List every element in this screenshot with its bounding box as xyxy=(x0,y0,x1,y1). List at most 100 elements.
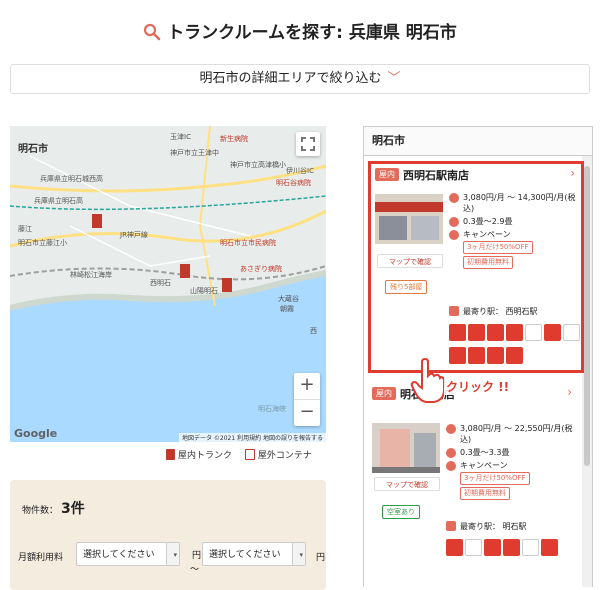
feature-icon xyxy=(487,347,504,364)
size-icon xyxy=(446,448,456,458)
price-max-select[interactable]: 選択してください ▾ xyxy=(202,542,306,566)
chevron-down-icon: ﹀ xyxy=(387,71,401,86)
chevron-right-icon: › xyxy=(567,385,572,399)
map-label: JR神戸線 xyxy=(120,231,148,239)
feature-icon xyxy=(525,324,542,341)
page-title-text: トランクルームを探す: 兵庫県 明石市 xyxy=(167,23,457,43)
store-marker xyxy=(92,214,102,228)
result-count: 物件数： 3件 xyxy=(22,501,85,517)
card-header: 屋内 西明石駅南店 › xyxy=(371,164,581,186)
map-label: あさぎり病院 xyxy=(240,265,282,273)
scrollbar-thumb[interactable] xyxy=(584,166,590,466)
hand-cursor-icon xyxy=(410,357,446,408)
map-label: 伊川谷IC xyxy=(286,167,314,175)
train-icon xyxy=(449,306,459,316)
map-label: 明石市立市民病院 xyxy=(220,239,276,247)
map-label: 新生病院 xyxy=(220,135,248,143)
fullscreen-icon xyxy=(301,137,315,151)
map-label: 林崎松江海岸 xyxy=(70,271,112,279)
click-annotation: クリック !! xyxy=(444,378,512,395)
yen-label: 円 xyxy=(192,551,202,561)
map-label: 大蔵谷 xyxy=(278,295,299,303)
feature-icon xyxy=(484,539,501,556)
map-label: 朝霧 xyxy=(280,305,294,313)
price-min-select[interactable]: 選択してください ▾ xyxy=(76,542,180,566)
feature-icon xyxy=(506,324,523,341)
search-icon xyxy=(143,23,161,46)
size-row: 0.3畳～3.3畳 xyxy=(446,447,576,458)
feature-icon xyxy=(449,324,466,341)
area-filter-label: 明石市の詳細エリアで絞り込む xyxy=(199,71,382,86)
area-filter-button[interactable]: 明石市の詳細エリアで絞り込む ﹀ xyxy=(10,64,590,94)
availability-badge: 残り5部屋 xyxy=(385,280,428,294)
map-confirm-button[interactable]: マップで確認 xyxy=(377,254,443,268)
price-label: 月額利用料 xyxy=(18,553,64,563)
map-label: 山陽明石 xyxy=(190,287,218,295)
zoom-out-button[interactable]: − xyxy=(294,400,320,426)
campaign-row: キャンペーン 3ヶ月だけ50%OFF 初期費用無料 xyxy=(446,460,576,501)
nearest-station: 最寄り駅： 明石駅 xyxy=(446,521,527,532)
map-label: 兵庫県立明石高 xyxy=(34,197,83,205)
indoor-trunk-icon xyxy=(166,449,175,460)
size-row: 0.3畳～2.9畳 xyxy=(449,216,579,227)
map-legend: 屋内トランク 屋外コンテナ xyxy=(166,448,322,461)
campaign-icon xyxy=(449,230,459,240)
page-title: トランクルームを探す: 兵庫県 明石市 xyxy=(0,18,600,46)
card-info: 3,080円/月 ～ 14,300円/月(税込) 0.3畳～2.9畳 キャンペー… xyxy=(449,192,579,272)
yen-label: 円 xyxy=(316,553,326,563)
store-name[interactable]: 西明石駅南店 xyxy=(403,167,469,183)
map-label: 西 xyxy=(310,327,317,335)
zoom-in-button[interactable]: + xyxy=(294,373,320,399)
store-card[interactable]: 屋内 明石駅前店 › マップで確認 空室あり 3,080円/月 ～ 22,550… xyxy=(368,383,578,583)
map-label: 神戸市立高津橋小 xyxy=(230,161,286,169)
map-label: 西明石 xyxy=(150,279,171,287)
price-row: 3,080円/月 ～ 14,300円/月(税込) xyxy=(449,192,579,214)
zoom-control: + − xyxy=(294,373,320,426)
store-list: 明石市 屋内 西明石駅南店 › マップで確認 残り5部屋 3,080円/月 ～ … xyxy=(363,126,593,587)
chevron-down-icon: ▾ xyxy=(299,551,303,559)
map-label: 明石市 xyxy=(18,144,48,155)
map-label: 玉津IC xyxy=(170,133,191,141)
feature-icon xyxy=(468,324,485,341)
store-card[interactable]: 屋内 西明石駅南店 › マップで確認 残り5部屋 3,080円/月 ～ 14,3… xyxy=(368,161,584,373)
map-label: 藤江 xyxy=(18,225,32,233)
store-photo xyxy=(372,423,440,473)
chevron-down-icon: ▾ xyxy=(173,551,177,559)
range-separator: ～ xyxy=(190,565,200,575)
legend-indoor: 屋内トランク xyxy=(166,449,232,461)
map-attribution[interactable]: 地図データ ©2021 利用規約 地図の誤りを報告する xyxy=(179,433,326,442)
map-label: 兵庫県立明石城西高 xyxy=(40,175,103,183)
store-marker xyxy=(222,278,232,292)
fullscreen-button[interactable] xyxy=(296,132,320,156)
feature-icons xyxy=(446,539,580,562)
legend-outdoor: 屋外コンテナ xyxy=(244,449,312,461)
campaign-icon xyxy=(446,461,456,471)
feature-icon xyxy=(449,347,466,364)
feature-icon xyxy=(468,347,485,364)
train-icon xyxy=(446,521,456,531)
card-info: 3,080円/月 ～ 22,550円/月(税込) 0.3畳～3.3畳 キャンペー… xyxy=(446,423,576,503)
map-confirm-button[interactable]: マップで確認 xyxy=(374,477,440,491)
yen-icon xyxy=(449,193,459,203)
feature-icon xyxy=(563,324,580,341)
size-icon xyxy=(449,217,459,227)
feature-icon xyxy=(541,539,558,556)
availability-badge: 空室あり xyxy=(382,505,420,519)
feature-icon xyxy=(544,324,561,341)
google-logo: Google xyxy=(14,427,58,440)
nearest-station: 最寄り駅： 西明石駅 xyxy=(449,306,538,317)
feature-icon xyxy=(487,324,504,341)
outdoor-container-icon xyxy=(244,449,255,460)
feature-icon xyxy=(446,539,463,556)
feature-icon xyxy=(465,539,482,556)
store-marker xyxy=(180,264,190,278)
indoor-badge: 屋内 xyxy=(372,387,396,400)
map[interactable]: 明石市 新生病院 神戸市立王津中 玉津IC 兵庫県立明石城西高 兵庫県立明石高 … xyxy=(10,126,326,442)
yen-icon xyxy=(446,424,456,434)
list-header: 明石市 xyxy=(364,127,592,156)
feature-icon xyxy=(503,539,520,556)
feature-icon xyxy=(506,347,523,364)
chevron-right-icon: › xyxy=(570,166,575,180)
store-photo xyxy=(375,194,443,244)
map-label: 明石谷病院 xyxy=(276,179,311,187)
